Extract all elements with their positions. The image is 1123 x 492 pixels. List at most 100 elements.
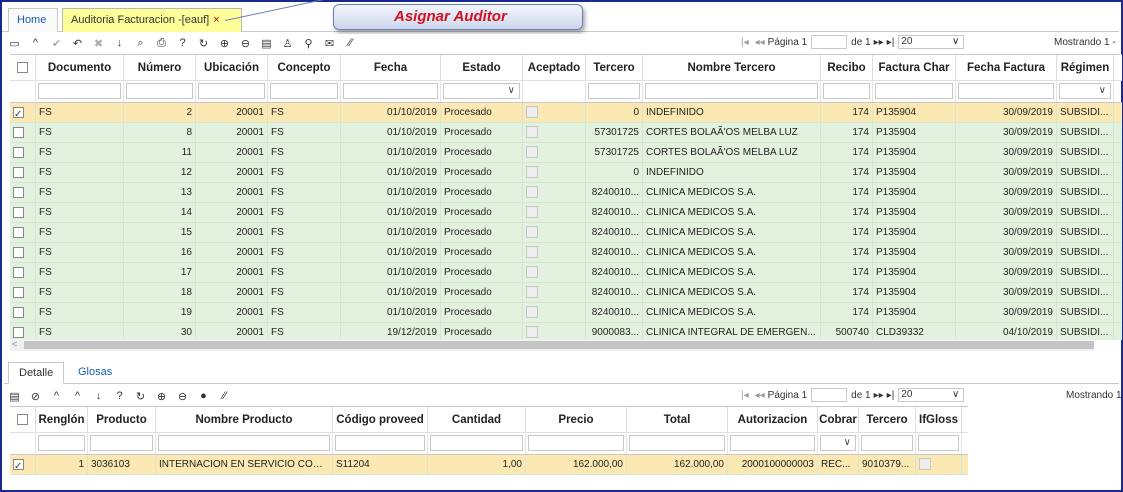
up-icon[interactable]: ^	[67, 388, 88, 404]
filter-input[interactable]	[861, 435, 913, 451]
cell-aceptado[interactable]	[523, 163, 586, 182]
row-checkbox[interactable]	[13, 457, 24, 474]
aceptado-checkbox[interactable]	[526, 186, 538, 199]
column-header[interactable]: Fecha Factura	[956, 55, 1057, 80]
filter-input[interactable]	[90, 435, 153, 451]
filter-input[interactable]	[335, 435, 425, 451]
delete-icon[interactable]: ✖	[88, 35, 109, 51]
aceptado-checkbox[interactable]	[526, 306, 538, 319]
filter-input[interactable]	[730, 435, 815, 451]
resize-icon[interactable]: ⁄⁄	[340, 35, 361, 51]
cell-aceptado[interactable]	[523, 323, 586, 340]
scroll-thumb[interactable]	[24, 341, 1094, 349]
user-icon[interactable]: ♙	[277, 35, 298, 51]
select-all-cell[interactable]	[10, 407, 36, 432]
prev-page-icon[interactable]: ◂◂	[755, 390, 765, 401]
up-icon[interactable]: ^	[46, 388, 67, 404]
down-icon[interactable]: ↓	[88, 388, 109, 404]
filter-input[interactable]	[528, 435, 624, 451]
filter-input[interactable]	[958, 83, 1054, 99]
row-select-cell[interactable]	[10, 303, 36, 322]
filter-input[interactable]	[343, 83, 438, 99]
ifgloss-checkbox[interactable]	[919, 458, 931, 471]
row-select-cell[interactable]	[10, 103, 36, 122]
row-select-cell[interactable]	[10, 203, 36, 222]
row-select-cell[interactable]	[10, 163, 36, 182]
tab-detalle[interactable]: Detalle	[8, 362, 65, 384]
pin-icon[interactable]: ⚲	[298, 35, 319, 51]
filter-input[interactable]	[443, 83, 520, 99]
accept-icon[interactable]: ✔	[46, 35, 67, 51]
scroll-left-icon[interactable]: <	[12, 339, 17, 349]
table-row[interactable]: FS220001FS01/10/2019Procesado0INDEFINIDO…	[10, 103, 1122, 123]
aceptado-checkbox[interactable]	[526, 146, 538, 159]
next-page-icon[interactable]: ▸▸	[874, 37, 884, 48]
filter-input[interactable]	[1059, 83, 1111, 99]
first-page-icon[interactable]: |◂	[741, 37, 749, 48]
cell-aceptado[interactable]	[523, 243, 586, 262]
table-row[interactable]: FS 15 20001 FS 01/10/2019 Procesado 8240010...…	[10, 223, 1122, 243]
filter-input[interactable]	[270, 83, 338, 99]
row-checkbox[interactable]	[13, 286, 24, 298]
row-select-cell[interactable]	[10, 143, 36, 162]
aceptado-checkbox[interactable]	[526, 286, 538, 299]
column-header[interactable]: Cantidad	[428, 407, 526, 432]
column-header[interactable]: Estado	[441, 55, 523, 80]
column-header[interactable]: Cobrar	[818, 407, 859, 432]
comment-icon[interactable]: ▤	[256, 35, 277, 51]
aceptado-checkbox[interactable]	[526, 106, 538, 119]
zoom-in-icon[interactable]: ⊕	[151, 388, 172, 404]
row-select-cell[interactable]	[10, 455, 36, 474]
row-checkbox[interactable]	[13, 306, 24, 318]
cell-aceptado[interactable]	[523, 263, 586, 282]
aceptado-checkbox[interactable]	[526, 326, 538, 339]
close-icon[interactable]: ×	[213, 14, 219, 26]
column-header[interactable]: Concepto	[268, 55, 341, 80]
row-checkbox[interactable]	[13, 226, 24, 238]
page-input[interactable]	[811, 388, 848, 402]
column-header[interactable]: Autorizacion	[728, 407, 818, 432]
row-checkbox[interactable]	[13, 266, 24, 278]
row-checkbox[interactable]	[13, 166, 24, 178]
new-icon[interactable]: ▭	[4, 35, 25, 51]
table-row[interactable]: FS 19 20001 FS 01/10/2019 Procesado 8240010...…	[10, 303, 1122, 323]
filter-input[interactable]	[588, 83, 640, 99]
column-header[interactable]: Renglón	[36, 407, 88, 432]
cell-aceptado[interactable]	[523, 123, 586, 142]
row-checkbox[interactable]	[13, 326, 24, 338]
aceptado-checkbox[interactable]	[526, 266, 538, 279]
column-header[interactable]: Ubicación	[196, 55, 268, 80]
table-row[interactable]: FS 14 20001 FS 01/10/2019 Procesado 8240010...…	[10, 203, 1122, 223]
zoom-in-icon[interactable]: ⊕	[214, 35, 235, 51]
filter-input[interactable]	[126, 83, 193, 99]
row-select-cell[interactable]	[10, 183, 36, 202]
zoom-out-icon[interactable]: ⊖	[172, 388, 193, 404]
row-select-cell[interactable]	[10, 323, 36, 340]
save-icon[interactable]: ▤	[4, 388, 25, 404]
table-row[interactable]: 13036103INTERNACION EN SERVICIO COM...S1…	[10, 455, 968, 475]
page-size-select[interactable]: 20	[898, 388, 965, 402]
refresh-icon[interactable]: ↻	[130, 388, 151, 404]
cell-aceptado[interactable]	[523, 143, 586, 162]
table-row[interactable]: FS 30 20001 FS 19/12/2019 Procesado 9000083...…	[10, 323, 1122, 340]
aceptado-checkbox[interactable]	[526, 226, 538, 239]
column-header[interactable]: Número	[124, 55, 196, 80]
column-header[interactable]: Tercero	[586, 55, 643, 80]
cell-aceptado[interactable]	[523, 203, 586, 222]
refresh-icon[interactable]: ↻	[193, 35, 214, 51]
filter-input[interactable]	[823, 83, 870, 99]
column-header[interactable]: Total	[627, 407, 728, 432]
aceptado-checkbox[interactable]	[526, 166, 538, 179]
prev-page-icon[interactable]: ◂◂	[755, 37, 765, 48]
row-checkbox[interactable]	[13, 146, 24, 158]
first-page-icon[interactable]: |◂	[741, 390, 749, 401]
zoom-out-icon[interactable]: ⊖	[235, 35, 256, 51]
tab-home[interactable]: Home	[8, 8, 58, 32]
filter-input[interactable]	[198, 83, 265, 99]
filter-input[interactable]	[158, 435, 330, 451]
print-icon[interactable]: ⎙	[151, 35, 172, 51]
column-header[interactable]: Código proveed	[333, 407, 428, 432]
aceptado-checkbox[interactable]	[526, 246, 538, 259]
table-row[interactable]: FS 18 20001 FS 01/10/2019 Procesado 8240010...…	[10, 283, 1122, 303]
cell-aceptado[interactable]	[523, 183, 586, 202]
